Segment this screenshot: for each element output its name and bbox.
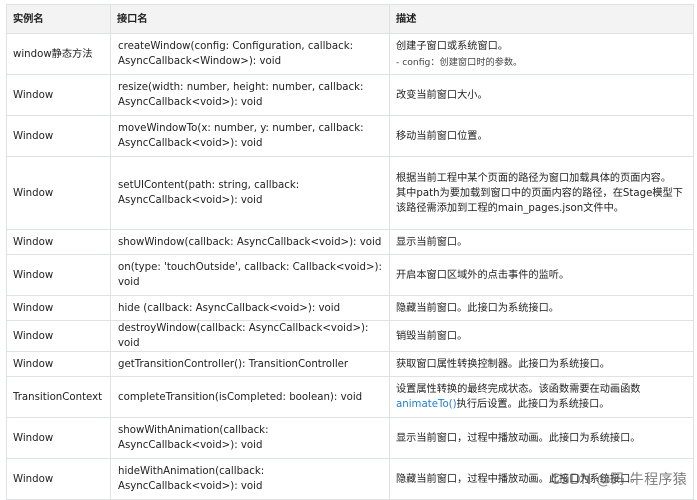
table-row: Window showWithAnimation(callback: Async… [6,417,694,459]
header-description: 描述 [389,4,694,34]
instance-cell: Window [6,74,111,116]
description-cell: 显示当前窗口，过程中播放动画。此接口为系统接口。 [389,417,694,459]
method-cell: createWindow(config: Configuration, call… [110,33,390,75]
description-cell: 移动当前窗口位置。 [389,115,694,157]
table-row: TransitionContext completeTransition(isC… [6,376,694,418]
method-cell: getTransitionController(): TransitionCon… [110,351,390,377]
table-row: Window hide (callback: AsyncCallback<voi… [6,295,694,321]
method-cell: hideWithAnimation(callback: AsyncCallbac… [110,458,390,500]
description-cell: 显示当前窗口。 [389,229,694,255]
instance-cell: Window [6,254,111,296]
header-instance: 实例名 [6,4,111,34]
method-cell: moveWindowTo(x: number, y: number, callb… [110,115,390,157]
instance-cell: Window [6,351,111,377]
method-cell: setUIContent(path: string, callback: Asy… [110,156,390,230]
table-row: Window destroyWindow(callback: AsyncCall… [6,320,694,352]
description-cell: 隐藏当前窗口。此接口为系统接口。 [389,295,694,321]
instance-cell: window静态方法 [6,33,111,75]
method-cell: showWithAnimation(callback: AsyncCallbac… [110,417,390,459]
instance-cell: Window [6,295,111,321]
table-header-row: 实例名 接口名 描述 [6,4,694,34]
method-cell: destroyWindow(callback: AsyncCallback<vo… [110,320,390,352]
api-table: 实例名 接口名 描述 window静态方法 createWindow(confi… [6,4,694,500]
description-text-after-link: 执行后设置。此接口为系统接口。 [456,399,610,410]
table-row: Window setUIContent(path: string, callba… [6,156,694,230]
instance-cell: Window [6,156,111,230]
instance-cell: Window [6,417,111,459]
description-text: 创建子窗口或系统窗口。 [396,40,509,52]
table-row: Window moveWindowTo(x: number, y: number… [6,115,694,157]
instance-cell: Window [6,458,111,500]
description-text-2: 其中path为要加载到窗口中的页面内容的路径，在Stage模型下该路径需添加到工… [396,187,683,214]
table-row: Window on(type: 'touchOutside', callback… [6,254,694,296]
description-text: 根据当前工程中某个页面的路径为窗口加载具体的页面内容。 [396,172,672,184]
description-text: 设置属性转换的最终完成状态。该函数需要在动画函数 [396,384,641,395]
instance-cell: Window [6,229,111,255]
instance-cell: Window [6,320,111,352]
method-cell: showWindow(callback: AsyncCallback<void>… [110,229,390,255]
table-row: Window showWindow(callback: AsyncCallbac… [6,229,694,255]
description-cell: 获取窗口属性转换控制器。此接口为系统接口。 [389,351,694,377]
header-method: 接口名 [110,4,390,34]
description-cell: 销毁当前窗口。 [389,320,694,352]
description-cell: 根据当前工程中某个页面的路径为窗口加载具体的页面内容。 其中path为要加载到窗… [389,156,694,230]
instance-cell: TransitionContext [6,376,111,418]
description-cell: 设置属性转换的最终完成状态。该函数需要在动画函数 animateTo()执行后设置… [389,376,694,418]
table-row: Window resize(width: number, height: num… [6,74,694,116]
instance-cell: Window [6,115,111,157]
method-cell: on(type: 'touchOutside', callback: Callb… [110,254,390,296]
table-row: Window getTransitionController(): Transi… [6,351,694,377]
table-row: Window hideWithAnimation(callback: Async… [6,458,694,500]
description-cell: 开启本窗口区域外的点击事件的监听。 [389,254,694,296]
description-cell: 隐藏当前窗口，过程中播放动画。此接口为系统接口。 [389,458,694,500]
method-cell: hide (callback: AsyncCallback<void>): vo… [110,295,390,321]
table-row: window静态方法 createWindow(config: Configur… [6,33,694,75]
description-cell: 创建子窗口或系统窗口。 - config：创建窗口时的参数。 [389,33,694,75]
param-note: - config：创建窗口时的参数。 [396,56,523,68]
description-cell: 改变当前窗口大小。 [389,74,694,116]
animate-to-link[interactable]: animateTo() [396,399,457,410]
method-cell: resize(width: number, height: number, ca… [110,74,390,116]
method-cell: completeTransition(isCompleted: boolean)… [110,376,390,418]
